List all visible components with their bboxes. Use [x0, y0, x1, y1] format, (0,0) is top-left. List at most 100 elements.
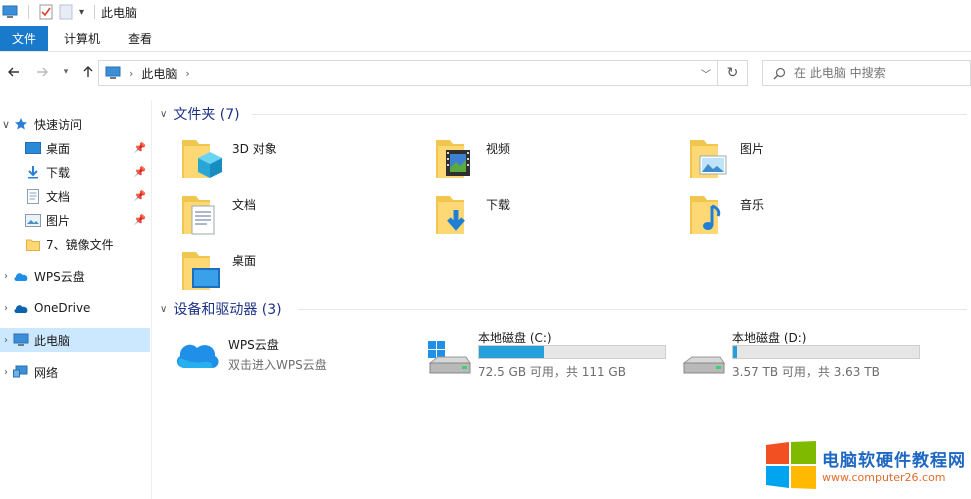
drive-name: 本地磁盘 (C:): [478, 331, 552, 345]
document-icon: [24, 188, 42, 204]
folder-3d-icon: [180, 136, 224, 182]
collapse-chevron-icon[interactable]: ∨: [160, 109, 167, 120]
expand-chevron-icon[interactable]: ∨: [0, 118, 12, 131]
drive-icon: [682, 356, 725, 374]
pin-icon[interactable]: 📌: [134, 191, 146, 202]
drive-item-d[interactable]: 本地磁盘 (D:) 3.57 TB 可用，共 3.63 TB: [682, 329, 922, 379]
sidebar-item-label: WPS云盘: [34, 269, 85, 284]
folder-label: 下载: [486, 198, 511, 212]
sidebar-item-documents[interactable]: 文档 📌: [0, 184, 150, 208]
search-box[interactable]: [762, 60, 971, 86]
tab-file[interactable]: 文件: [0, 26, 48, 51]
sidebar-item-label: 快速访问: [34, 117, 83, 132]
folder-item-desktop[interactable]: 桌面: [180, 248, 256, 296]
device-subtitle: 双击进入WPS云盘: [228, 358, 327, 372]
desktop-icon: [24, 140, 42, 156]
search-input[interactable]: [794, 66, 964, 80]
device-item-wps-cloud[interactable]: WPS云盘 双击进入WPS云盘: [174, 336, 327, 384]
sidebar-item-quick-access[interactable]: ∨ 快速访问: [0, 112, 150, 136]
recent-locations-button[interactable]: ▾: [56, 62, 76, 82]
section-title: 文件夹 (7): [173, 107, 240, 123]
title-bar: ▾ 此电脑: [0, 0, 971, 24]
folder-item-pictures[interactable]: 图片: [688, 136, 764, 184]
ribbon-tabs: 文件 计算机 查看: [0, 26, 971, 52]
window-title: 此电脑: [101, 5, 138, 20]
pin-icon[interactable]: 📌: [134, 143, 146, 154]
breadcrumb-item-thispc[interactable]: 此电脑: [141, 65, 177, 82]
collapse-chevron-icon[interactable]: ›: [0, 335, 12, 346]
address-bar[interactable]: › 此电脑 › ﹀ ↻: [98, 60, 748, 86]
sidebar-item-wps-cloud[interactable]: › WPS云盘: [0, 264, 150, 288]
folder-item-downloads[interactable]: 下载: [434, 192, 510, 240]
sidebar-item-desktop[interactable]: 桌面 📌: [0, 136, 150, 160]
folder-picture-icon: [688, 136, 732, 182]
chevron-down-icon: ﹀: [701, 69, 711, 81]
sidebar-item-thispc[interactable]: › 此电脑: [0, 328, 150, 352]
section-header-folders[interactable]: ∨ 文件夹 (7): [160, 104, 240, 124]
drive-usage-fill: [733, 346, 737, 358]
drive-usage-bar: [478, 345, 666, 359]
device-name: WPS云盘: [228, 338, 279, 352]
folder-icon: [24, 236, 42, 252]
sidebar-item-recent-folder[interactable]: 7、镜像文件: [0, 232, 150, 256]
forward-button[interactable]: [32, 62, 52, 82]
folder-item-3d-objects[interactable]: 3D 对象: [180, 136, 277, 184]
folder-label: 图片: [740, 142, 765, 156]
collapse-chevron-icon[interactable]: ›: [0, 303, 12, 314]
folder-desktop-icon: [180, 248, 224, 294]
sidebar-item-label: 此电脑: [34, 333, 71, 348]
pin-icon[interactable]: 📌: [134, 215, 146, 226]
onedrive-icon: [12, 300, 30, 316]
collapse-chevron-icon[interactable]: ›: [0, 367, 12, 378]
drive-free-space: 3.57 TB 可用，共 3.63 TB: [732, 365, 880, 379]
tab-view[interactable]: 查看: [114, 26, 166, 51]
back-button[interactable]: [4, 62, 24, 82]
folder-item-music[interactable]: 音乐: [688, 192, 764, 240]
sidebar-item-label: 图片: [46, 213, 71, 228]
sidebar-item-downloads[interactable]: 下载 📌: [0, 160, 150, 184]
folder-item-videos[interactable]: 视频: [434, 136, 510, 184]
sidebar-item-label: 文档: [46, 189, 71, 204]
pin-icon[interactable]: 📌: [134, 167, 146, 178]
folder-download-icon: [434, 192, 478, 238]
sidebar-item-onedrive[interactable]: › OneDrive: [0, 296, 150, 320]
system-drive-icon: [428, 341, 471, 374]
folder-item-documents[interactable]: 文档: [180, 192, 256, 240]
section-header-devices[interactable]: ∨ 设备和驱动器 (3): [160, 299, 282, 319]
chevron-down-icon: ▾: [63, 67, 69, 77]
folder-label: 文档: [232, 198, 257, 212]
chevron-right-icon[interactable]: ›: [129, 67, 133, 80]
up-button[interactable]: [78, 62, 98, 82]
collapse-chevron-icon[interactable]: ›: [0, 271, 12, 282]
folder-music-icon: [688, 192, 732, 238]
arrow-right-icon: [37, 67, 48, 77]
windows-logo-icon: [766, 441, 816, 489]
drive-usage-bar: [732, 345, 920, 359]
new-folder-icon[interactable]: [59, 4, 73, 20]
collapse-chevron-icon[interactable]: ∨: [160, 304, 167, 315]
address-history-button[interactable]: ﹀: [695, 61, 717, 85]
customize-toolbar-icon[interactable]: ▾: [79, 7, 84, 18]
sidebar-item-label: 桌面: [46, 141, 71, 156]
sidebar-item-pictures[interactable]: 图片 📌: [0, 208, 150, 232]
network-icon: [12, 364, 30, 380]
computer-icon: [105, 66, 121, 79]
arrow-up-icon: [83, 66, 93, 77]
properties-icon[interactable]: [39, 4, 53, 20]
cloud-icon: [174, 336, 220, 370]
download-icon: [24, 164, 42, 180]
section-title: 设备和驱动器 (3): [173, 302, 282, 318]
chevron-right-icon[interactable]: ›: [185, 67, 189, 80]
quick-access-toolbar: ▾: [2, 4, 99, 20]
folder-label: 3D 对象: [232, 142, 277, 156]
sidebar-item-network[interactable]: › 网络: [0, 360, 150, 384]
computer-icon: [2, 5, 18, 18]
refresh-icon: ↻: [726, 65, 739, 81]
watermark: 电脑软硬件教程网 www.computer26.com: [766, 441, 966, 489]
tab-computer[interactable]: 计算机: [50, 26, 114, 51]
drive-item-c[interactable]: 本地磁盘 (C:) 72.5 GB 可用，共 111 GB: [428, 329, 668, 379]
star-icon: [12, 116, 30, 132]
folder-label: 音乐: [740, 198, 765, 212]
watermark-title: 电脑软硬件教程网: [822, 451, 966, 471]
refresh-button[interactable]: ↻: [717, 61, 747, 85]
